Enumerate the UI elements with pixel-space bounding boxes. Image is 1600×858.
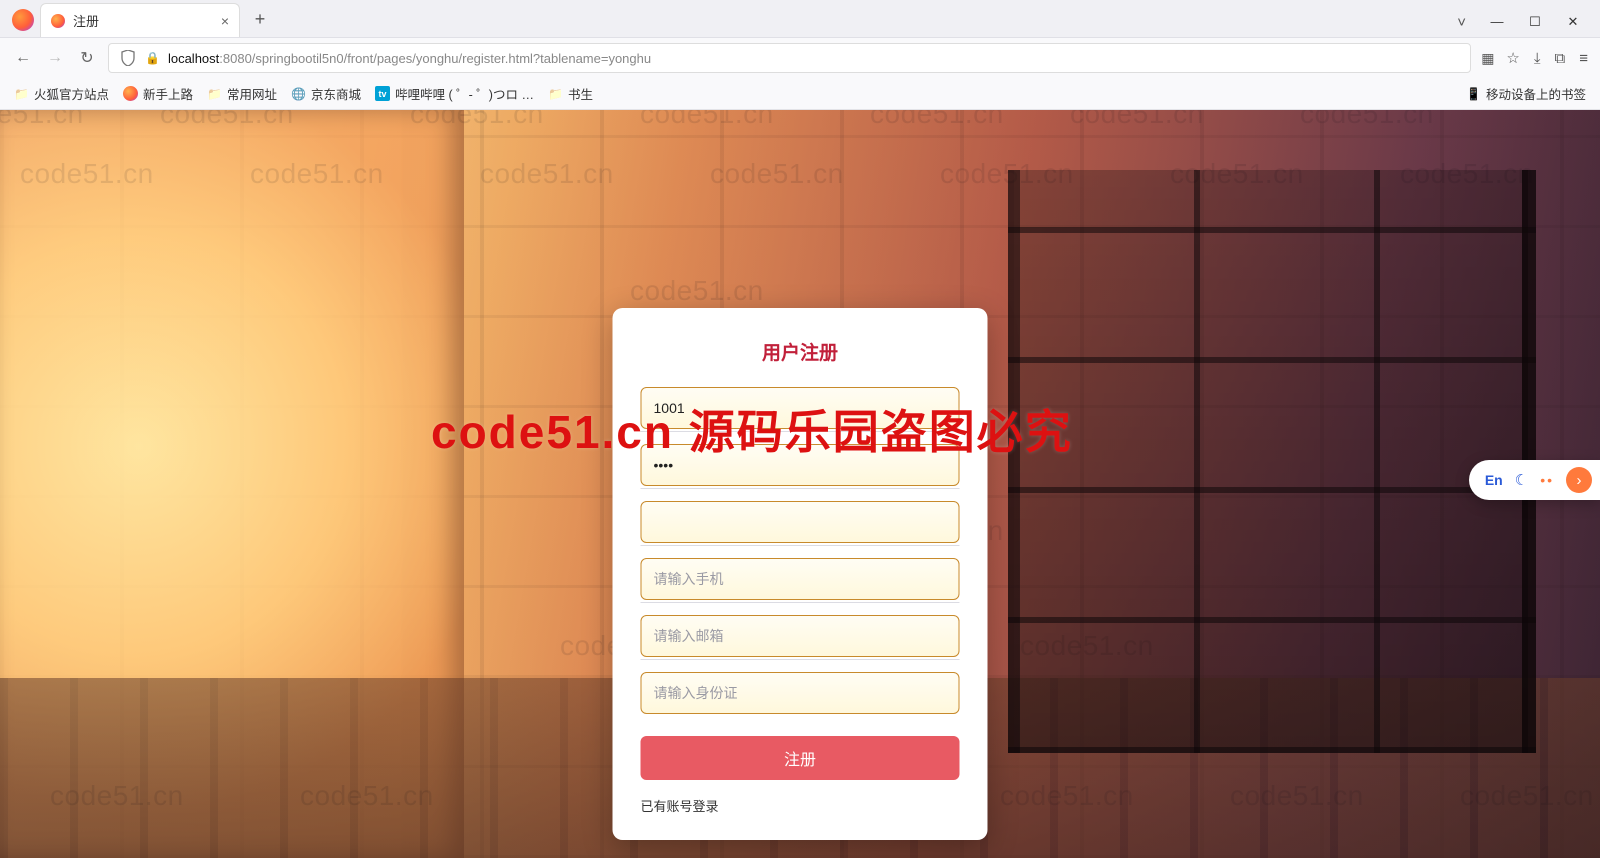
folder-icon xyxy=(207,86,222,101)
register-button[interactable]: 注册 xyxy=(641,736,960,780)
confirm-field[interactable] xyxy=(641,501,960,543)
password-field[interactable] xyxy=(641,444,960,486)
url-input[interactable]: 🔒 localhost:8080/springbootil5n0/front/p… xyxy=(108,43,1471,73)
bookmark-item[interactable]: 火狐官方站点 xyxy=(14,84,109,103)
window-dropdown-icon[interactable]: ˅ xyxy=(1457,14,1466,31)
username-field[interactable] xyxy=(641,387,960,429)
bookmark-star-icon[interactable]: ☆ xyxy=(1506,49,1519,67)
dark-mode-icon[interactable]: ☾ xyxy=(1515,471,1528,489)
address-bar: ← → ↻ 🔒 localhost:8080/springbootil5n0/f… xyxy=(0,38,1600,78)
bookmark-item[interactable]: 京东商城 xyxy=(291,84,361,103)
browser-titlebar: 注册 × + ˅ — ☐ ✕ xyxy=(0,0,1600,38)
more-dots-icon[interactable]: •• xyxy=(1540,472,1554,488)
lock-icon: 🔒 xyxy=(145,51,160,65)
idcard-field[interactable] xyxy=(641,672,960,714)
background-shelf xyxy=(1008,170,1536,753)
url-path: :8080/springbootil5n0/front/pages/yonghu… xyxy=(219,51,651,66)
page-viewport: code51.cn code51.cn code51.cn code51.cn … xyxy=(0,110,1600,858)
bookmark-label: 常用网址 xyxy=(227,84,277,103)
window-maximize-button[interactable]: ☐ xyxy=(1528,14,1542,31)
bookmark-label: 移动设备上的书签 xyxy=(1486,84,1586,103)
lang-en-button[interactable]: En xyxy=(1485,472,1503,488)
bookmark-item[interactable]: 新手上路 xyxy=(123,84,193,103)
bookmark-item[interactable]: 书生 xyxy=(548,84,593,103)
bookmarks-toolbar: 火狐官方站点 新手上路 常用网址 京东商城 哔哩哔哩 ( ゜- ゜)つロ … 书… xyxy=(0,78,1600,110)
mobile-icon xyxy=(1466,86,1481,101)
bookmark-item[interactable]: 常用网址 xyxy=(207,84,277,103)
tab-favicon-icon xyxy=(51,14,65,28)
firefox-logo-icon xyxy=(12,9,34,31)
firefox-icon xyxy=(123,86,138,101)
new-tab-button[interactable]: + xyxy=(246,5,274,33)
url-text: localhost:8080/springbootil5n0/front/pag… xyxy=(168,51,651,66)
float-toolbar: En ☾ •• › xyxy=(1469,460,1600,500)
email-field[interactable] xyxy=(641,615,960,657)
folder-icon xyxy=(14,86,29,101)
addrbar-right: ▦ ☆ ⤓ ⧉ ≡ xyxy=(1481,49,1588,67)
tab-close-icon[interactable]: × xyxy=(221,13,229,29)
register-card: 用户注册 注册 已有账号登录 xyxy=(613,308,988,840)
bookmark-label: 书生 xyxy=(568,84,593,103)
nav-reload-button[interactable]: ↻ xyxy=(76,48,98,68)
window-close-button[interactable]: ✕ xyxy=(1566,14,1580,31)
bookmark-label: 新手上路 xyxy=(143,84,193,103)
bookmark-label: 哔哩哔哩 ( ゜- ゜)つロ … xyxy=(395,84,534,103)
bookmark-item[interactable]: 哔哩哔哩 ( ゜- ゜)つロ … xyxy=(375,84,534,103)
login-link[interactable]: 已有账号登录 xyxy=(641,796,719,815)
phone-field[interactable] xyxy=(641,558,960,600)
qr-icon[interactable]: ▦ xyxy=(1481,50,1492,67)
tab-strip: 注册 × + xyxy=(0,0,1457,37)
downloads-icon[interactable]: ⤓ xyxy=(1534,50,1541,67)
tab-title: 注册 xyxy=(73,11,99,30)
extensions-icon[interactable]: ⧉ xyxy=(1555,50,1566,67)
bookmark-mobile[interactable]: 移动设备上的书签 xyxy=(1466,84,1586,103)
bookmark-label: 火狐官方站点 xyxy=(34,84,109,103)
browser-tab[interactable]: 注册 × xyxy=(40,3,240,37)
window-controls: ˅ — ☐ ✕ xyxy=(1457,14,1600,37)
app-menu-button[interactable]: ≡ xyxy=(1579,50,1588,67)
globe-icon xyxy=(291,86,306,101)
url-host: localhost xyxy=(168,51,219,66)
tracking-shield-icon[interactable] xyxy=(119,49,137,67)
window-minimize-button[interactable]: — xyxy=(1490,14,1504,31)
folder-icon xyxy=(548,86,563,101)
bilibili-icon xyxy=(375,86,390,101)
nav-back-button[interactable]: ← xyxy=(12,49,34,67)
card-title: 用户注册 xyxy=(641,338,960,365)
nav-forward-button[interactable]: → xyxy=(44,49,66,67)
bookmark-label: 京东商城 xyxy=(311,84,361,103)
expand-arrow-button[interactable]: › xyxy=(1566,467,1592,493)
